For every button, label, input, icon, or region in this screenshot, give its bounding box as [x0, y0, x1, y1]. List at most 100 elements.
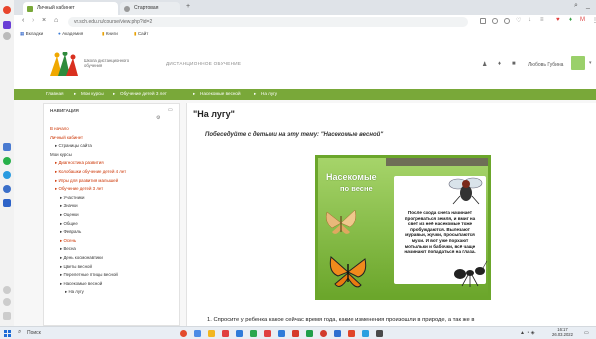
nav-item[interactable]: ▸ Февраль	[60, 229, 81, 234]
extension-icon[interactable]: ♦	[569, 17, 572, 23]
nav-item[interactable]: ▸ Страницы сайта	[55, 143, 92, 148]
url-input[interactable]	[68, 17, 468, 27]
nav-item-label: Оценки	[63, 212, 79, 217]
heart-icon[interactable]: ♡	[516, 17, 521, 24]
notification-icon[interactable]: ▭	[584, 330, 589, 336]
nav-item-label: Общее	[63, 220, 78, 226]
nav-item[interactable]: ▸ Оценки	[60, 212, 79, 217]
opera-icon[interactable]	[180, 330, 187, 337]
bookmark-item[interactable]: ▮ Книги	[102, 31, 118, 37]
bookmark-red-icon[interactable]: ♥	[556, 17, 560, 23]
avatar[interactable]	[571, 56, 585, 70]
app-icon[interactable]	[292, 330, 299, 337]
bell-icon[interactable]: ♦	[498, 61, 501, 67]
forward-icon[interactable]: ›	[32, 17, 34, 24]
close-icon[interactable]: ×	[42, 17, 46, 24]
opera-icon[interactable]	[3, 6, 11, 14]
user-name[interactable]: Любовь Губина	[528, 62, 563, 68]
nav-item[interactable]: ▸ Значки	[60, 203, 78, 208]
bookmark-item[interactable]: ▮ Сайт	[134, 31, 148, 37]
bookmark-item[interactable]: ● Академия	[58, 31, 83, 36]
nav-item[interactable]: ▸ Обучение детей 3 лет	[55, 186, 103, 191]
whatsapp-icon[interactable]	[3, 157, 11, 165]
extension-menu-icon[interactable]: ⋮	[592, 17, 596, 24]
back-icon[interactable]: ‹	[22, 17, 24, 24]
app-icon[interactable]	[334, 330, 341, 337]
app-icon[interactable]	[3, 21, 11, 29]
nav-item[interactable]: ▸ Насекомые весной	[60, 281, 102, 286]
folder-icon[interactable]	[208, 330, 215, 337]
new-tab-icon[interactable]: +	[186, 3, 190, 10]
page-subtitle: Побеседуйте с детьми на эту тему: "Насек…	[205, 132, 384, 138]
nav-item[interactable]: ▸ Игры для развития малышей	[55, 178, 118, 183]
search-tabs-icon[interactable]: ⌕	[574, 2, 578, 10]
nav-item[interactable]: ▸ Колобашки обучение детей 4 лет	[55, 169, 126, 174]
vpn-icon[interactable]	[504, 18, 510, 24]
nav-item[interactable]: Мои курсы	[50, 152, 72, 157]
edge-icon[interactable]	[194, 330, 201, 337]
breadcrumb-item[interactable]: Главная	[46, 91, 63, 96]
user-icon[interactable]: ♟	[482, 61, 487, 68]
nav-item-label: Осень	[63, 237, 77, 243]
app-icon[interactable]	[222, 330, 229, 337]
page-title: "На лугу"	[193, 109, 235, 119]
tab-label: Стартовая	[134, 5, 159, 11]
nav-item[interactable]: ▸ На лугу	[65, 289, 84, 294]
breadcrumb-item[interactable]: Мои курсы	[81, 91, 104, 96]
minimize-icon[interactable]: _	[586, 2, 590, 9]
download-icon[interactable]: ↓	[528, 17, 531, 23]
clock-date: 26.03.2022	[552, 332, 573, 337]
app-icon[interactable]	[348, 330, 355, 337]
gear-icon[interactable]	[3, 32, 11, 40]
breadcrumb-item[interactable]: На лугу	[261, 91, 277, 96]
nav-item[interactable]: ▸ Осень	[60, 238, 76, 243]
clock-icon[interactable]	[3, 286, 11, 294]
tab-label: Личный кабинет	[37, 5, 75, 11]
app-icon[interactable]	[264, 330, 271, 337]
telegram-icon[interactable]	[362, 330, 369, 337]
nav-item[interactable]: ▸ Перелетные птицы весной	[60, 272, 118, 277]
telegram-icon[interactable]	[3, 171, 11, 179]
chevron-down-icon[interactable]: ▾	[589, 60, 592, 66]
windows-start-icon[interactable]	[4, 330, 11, 337]
app-icon[interactable]	[376, 330, 383, 337]
word-icon[interactable]	[278, 330, 285, 337]
nav-item[interactable]: ▸ Весна	[60, 246, 76, 251]
vk-icon[interactable]	[3, 199, 11, 207]
app-icon[interactable]	[306, 330, 313, 337]
site-logo[interactable]	[48, 52, 80, 78]
messenger-icon[interactable]	[3, 185, 11, 193]
system-tray-icons[interactable]: ▲ ◔ ◈	[520, 330, 535, 336]
breadcrumb-item[interactable]: Обучение детей 3 лет	[120, 91, 167, 96]
breadcrumb-item[interactable]: Насекомые весной	[200, 91, 241, 96]
nav-item-label: Весна	[63, 246, 76, 252]
app-icon[interactable]	[250, 330, 257, 337]
nav-item[interactable]: ▸ Участники	[60, 195, 84, 200]
settings-icon[interactable]	[3, 298, 11, 306]
mail-icon[interactable]: M	[580, 17, 585, 23]
shield-icon[interactable]	[492, 18, 498, 24]
gear-icon[interactable]: ⚙	[156, 115, 160, 121]
nav-item[interactable]: В начало	[50, 126, 69, 131]
messages-icon[interactable]: ■	[512, 61, 516, 67]
tab-active[interactable]: Личный кабинет	[23, 2, 118, 15]
menu-icon[interactable]: ≡	[540, 17, 544, 23]
nav-item[interactable]: ▸ Диагностика развития	[55, 160, 104, 165]
bookmark-item[interactable]: ▦ Вкладки	[20, 31, 43, 37]
nav-item[interactable]: ▸ День космонавтики	[60, 255, 103, 260]
tab-inactive[interactable]: Стартовая	[120, 2, 180, 15]
collapse-icon[interactable]: ▭	[168, 107, 173, 113]
app-icon[interactable]	[3, 143, 11, 151]
home-icon[interactable]: ⌂	[54, 17, 58, 24]
nav-item[interactable]: Личный кабинет	[50, 135, 83, 140]
breadcrumb-separator: ▸	[113, 91, 116, 96]
mail-icon[interactable]	[236, 330, 243, 337]
chrome-icon[interactable]	[320, 330, 327, 337]
taskbar-search[interactable]: Поиск	[27, 330, 41, 336]
camera-icon[interactable]	[480, 18, 486, 24]
taskbar-clock[interactable]: 16:17 26.03.2022	[552, 327, 573, 337]
more-icon[interactable]	[3, 312, 11, 320]
search-icon[interactable]: ⌕	[18, 329, 21, 336]
nav-item[interactable]: ▸ Общее	[60, 221, 78, 226]
nav-item[interactable]: ▸ Цветы весной	[60, 264, 92, 269]
